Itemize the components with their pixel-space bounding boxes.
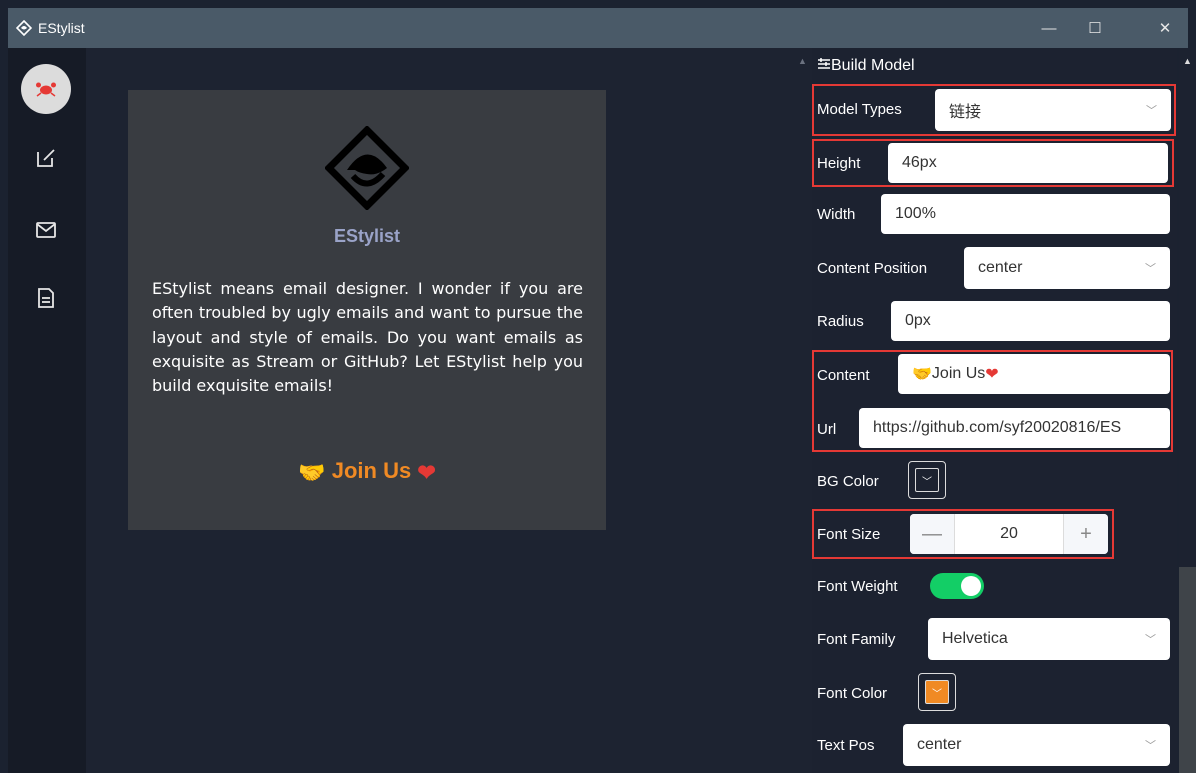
toggle-knob — [961, 576, 981, 596]
scrollbar-thumb[interactable] — [1179, 567, 1196, 773]
chevron-down-icon: ﹀ — [1145, 634, 1156, 646]
build-model-panel: Build Model Model Types 链接 ﹀ Height 46px… — [812, 48, 1177, 773]
edit-icon[interactable] — [34, 146, 58, 170]
sliders-icon — [818, 58, 830, 69]
decrease-button[interactable]: — — [910, 514, 955, 554]
font-size-value[interactable]: 20 — [955, 514, 1063, 554]
mail-icon[interactable] — [34, 218, 58, 242]
sidebar — [8, 48, 86, 773]
minimize-button[interactable]: — — [1026, 8, 1072, 48]
heart-icon: ❤ — [985, 366, 999, 383]
font-family-label: Font Family — [817, 631, 896, 648]
radius-label: Radius — [817, 313, 864, 330]
plus-icon: + — [1080, 522, 1092, 545]
font-size-stepper: — 20 + — [910, 514, 1108, 554]
model-types-label: Model Types — [817, 101, 902, 118]
height-input[interactable]: 46px — [888, 143, 1168, 183]
close-icon: ✕ — [1158, 20, 1172, 37]
width-label: Width — [817, 206, 856, 223]
title-bar: EStylist — ☐ ✕ — [8, 8, 1188, 48]
url-label: Url — [817, 421, 837, 438]
maximize-icon: ☐ — [1088, 20, 1102, 37]
chevron-down-icon: ﹀ — [1145, 263, 1156, 275]
document-icon[interactable] — [34, 286, 58, 310]
url-input[interactable]: https://github.com/syf20020816/ES — [859, 408, 1170, 448]
bg-color-picker[interactable]: ﹀ — [908, 461, 946, 499]
content-input[interactable]: 🤝 Join Us ❤ — [898, 354, 1170, 394]
app-logo-icon — [16, 20, 32, 36]
radius-input[interactable]: 0px — [891, 301, 1170, 341]
window-title: EStylist — [38, 20, 85, 36]
crab-icon — [36, 82, 56, 97]
panel-title: Build Model — [817, 57, 915, 75]
close-button[interactable]: ✕ — [1142, 8, 1188, 48]
preview-scrollbar[interactable]: ▲ — [794, 48, 812, 773]
email-preview-card: EStylist EStylist means email designer. … — [128, 90, 606, 530]
handshake-icon: 🤝 — [912, 366, 932, 383]
increase-button[interactable]: + — [1063, 514, 1108, 554]
maximize-button[interactable]: ☐ — [1072, 8, 1118, 48]
estylist-logo-icon — [325, 126, 409, 210]
description-text: EStylist means email designer. I wonder … — [152, 279, 583, 396]
chevron-down-icon: ﹀ — [1145, 740, 1156, 752]
preview-area: EStylist EStylist means email designer. … — [86, 48, 794, 773]
minimize-icon: — — [1041, 19, 1057, 37]
join-us-link[interactable]: 🤝 Join Us ❤ — [128, 458, 606, 486]
chevron-down-icon: ﹀ — [932, 688, 942, 700]
content-position-select[interactable]: center ﹀ — [964, 247, 1170, 289]
chevron-down-icon: ﹀ — [1146, 105, 1157, 117]
font-color-label: Font Color — [817, 685, 888, 702]
heart-icon: ❤ — [417, 460, 436, 485]
font-color-picker[interactable]: ﹀ — [918, 673, 956, 711]
height-label: Height — [817, 155, 861, 172]
text-pos-select[interactable]: center ﹀ — [903, 724, 1170, 766]
scroll-up-icon: ▲ — [798, 56, 807, 66]
model-types-select[interactable]: 链接 ﹀ — [935, 89, 1171, 131]
width-input[interactable]: 100% — [881, 194, 1170, 234]
font-weight-toggle[interactable] — [930, 573, 984, 599]
content-position-label: Content Position — [817, 260, 928, 277]
minus-icon: — — [922, 522, 942, 545]
text-pos-label: Text Pos — [817, 737, 875, 754]
avatar[interactable] — [21, 64, 71, 114]
join-us-label: Join Us — [331, 458, 412, 483]
chevron-down-icon: ﹀ — [922, 476, 932, 488]
brand-name: EStylist — [333, 226, 401, 246]
bg-color-label: BG Color — [817, 473, 879, 490]
font-size-label: Font Size — [817, 526, 881, 543]
content-label: Content — [817, 367, 870, 384]
handshake-icon: 🤝 — [298, 460, 326, 485]
scroll-up-icon: ▲ — [1183, 56, 1192, 66]
font-color-swatch: ﹀ — [925, 680, 949, 704]
bg-color-swatch: ﹀ — [915, 468, 939, 492]
font-weight-label: Font Weight — [817, 578, 898, 595]
panel-scrollbar[interactable]: ▲ — [1179, 48, 1196, 773]
font-family-select[interactable]: Helvetica ﹀ — [928, 618, 1170, 660]
